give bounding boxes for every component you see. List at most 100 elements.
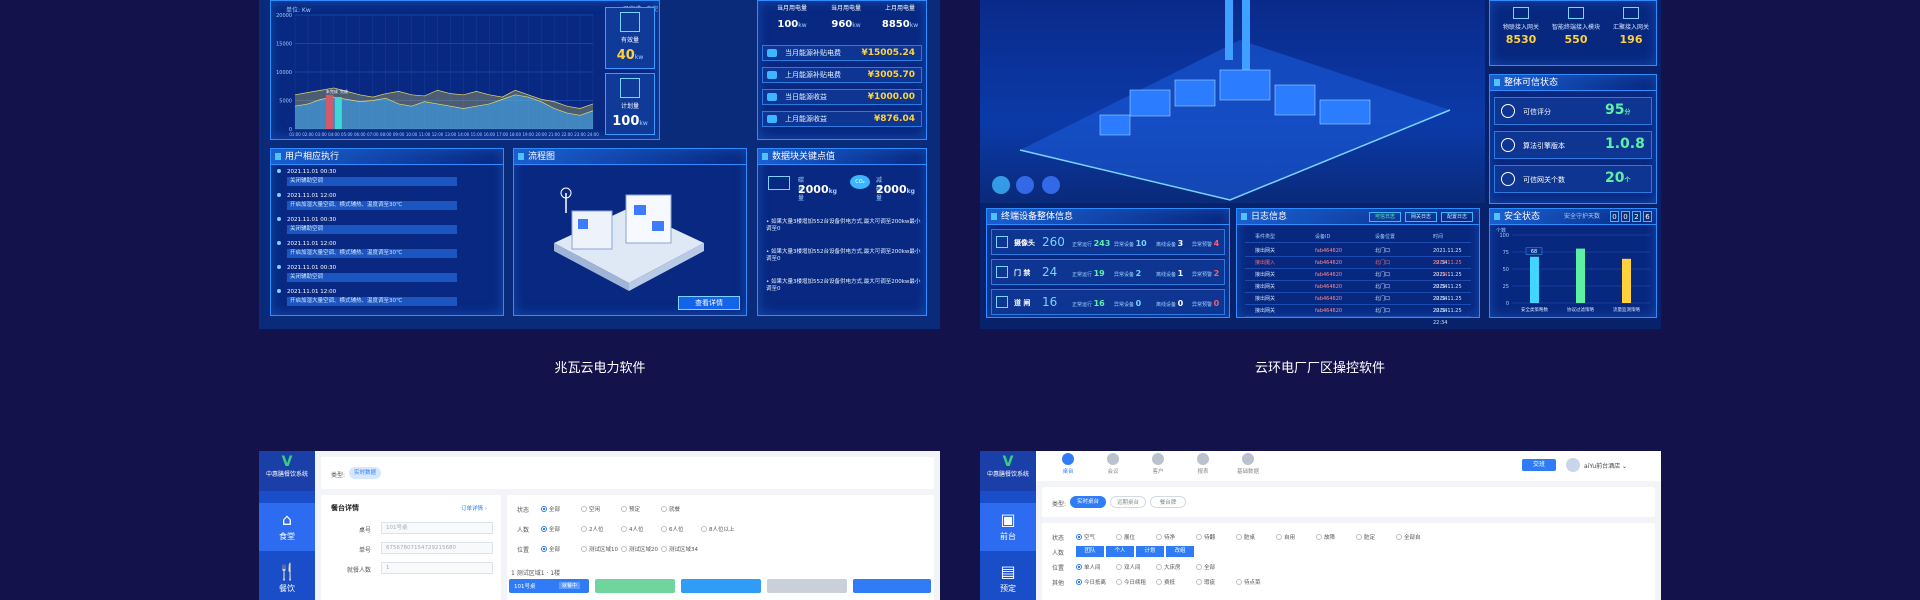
timeline-item: 2021.11.01 00:30 关闭辅助空调: [277, 217, 457, 234]
top-tab[interactable]: 报表: [1185, 453, 1221, 475]
dot-icon: [277, 265, 281, 269]
x-tick-label: 19:00: [522, 132, 534, 137]
top-tab[interactable]: 桌台: [1050, 453, 1086, 475]
device-icon: [996, 296, 1008, 308]
filter-radio[interactable]: 大床房: [1156, 563, 1181, 571]
field-input[interactable]: 67567807154729215680: [381, 542, 493, 554]
view-detail-button[interactable]: 查看详情: [678, 296, 740, 310]
filter-radio[interactable]: 今日抵离: [1076, 578, 1106, 586]
map-tool-icon[interactable]: [992, 176, 1010, 194]
filter-radio[interactable]: 全部自: [1396, 533, 1421, 541]
filter-radio[interactable]: 单人间: [1076, 563, 1101, 571]
log-tab[interactable]: 配置日志: [1441, 212, 1473, 222]
type-pill-realtime[interactable]: 实时数据: [349, 467, 382, 479]
filter-radio[interactable]: 待净: [1156, 533, 1175, 541]
filter-radio[interactable]: 空闲: [581, 505, 600, 513]
filter-radio[interactable]: 测试区域34: [661, 545, 698, 553]
filter-radio[interactable]: 2人位: [581, 525, 604, 533]
filter-label: 其他: [1052, 580, 1065, 587]
filter-radio[interactable]: 8人位以上: [701, 525, 735, 533]
view-tool-icon[interactable]: [1042, 176, 1060, 194]
filter-radio[interactable]: 展位: [1116, 533, 1135, 541]
table-tile[interactable]: [767, 579, 847, 593]
terminal-normal: 正常运行 243: [1072, 239, 1111, 248]
filter-radio[interactable]: 预定: [621, 505, 640, 513]
table-tile[interactable]: [853, 579, 931, 593]
top-tab[interactable]: 会议: [1095, 453, 1131, 475]
filter-chip[interactable]: 个人: [1106, 546, 1134, 557]
filter-radio[interactable]: 费抵: [1156, 578, 1175, 586]
security-bar: [1576, 248, 1585, 303]
x-tick-label: 04:00: [328, 132, 340, 137]
field-input[interactable]: 1: [381, 562, 493, 574]
layer-tool-icon[interactable]: [1016, 176, 1034, 194]
money-label: 当日能源收益: [785, 93, 827, 101]
filter-chip[interactable]: 改组: [1166, 546, 1194, 557]
log-header: 事件类型 设备ID 设备位置 时间: [1245, 231, 1471, 243]
power-dashboard-screenshot: 单位: Kw 已完成 未完成 2000015000100005000001:00…: [259, 0, 940, 329]
money-label: 上月能源收益: [785, 115, 827, 123]
type-pill[interactable]: 实时桌台: [1070, 496, 1106, 508]
terminal-row: 门 禁 24 正常运行 19 异常设备 2 离线设备 1 异常预警 2: [991, 259, 1225, 285]
filter-radio[interactable]: 今日续租: [1116, 578, 1146, 586]
nav-canteen[interactable]: ⌂ 食堂: [259, 503, 315, 551]
filter-radio[interactable]: 故障: [1316, 533, 1335, 541]
filter-radio[interactable]: 脏桌: [1236, 533, 1255, 541]
money-row: 当月能源补贴电费 ¥15005.24: [762, 45, 922, 61]
nav-catering[interactable]: 🍴 餐饮: [259, 555, 315, 600]
type-pill[interactable]: 餐台牌: [1150, 496, 1186, 508]
box-icon: [620, 12, 640, 32]
filter-radio[interactable]: 双人间: [1116, 563, 1141, 571]
table-tile[interactable]: [595, 579, 675, 593]
type-label: 类型:: [331, 472, 346, 479]
tab-icon: [1197, 453, 1209, 465]
filter-chip[interactable]: 团队: [1076, 546, 1104, 557]
top-stat: 当月用电量 960kw: [820, 3, 872, 31]
terminal-name: 摄像头: [1014, 239, 1035, 247]
filter-radio[interactable]: 4人位: [621, 525, 644, 533]
filter-radio[interactable]: 空气: [1076, 533, 1095, 541]
x-tick-label: 15:00: [471, 132, 483, 137]
filter-radio[interactable]: 脏定: [1356, 533, 1375, 541]
field-input[interactable]: 101号桌: [381, 522, 493, 534]
filter-radio[interactable]: 全部: [1196, 563, 1215, 571]
log-row: 接出网关 fab464620 北门口 2021.11.25 22:34: [1245, 281, 1471, 302]
flow-title: 流程图: [514, 149, 746, 165]
timeline-item: 2021.11.01 12:00 开启加湿大量空调、横式辅热、温度调至30℃: [277, 241, 457, 258]
filter-radio[interactable]: 全部: [541, 525, 560, 533]
filter-radio[interactable]: 全部: [541, 545, 560, 553]
avatar[interactable]: [1566, 458, 1580, 472]
filter-radio[interactable]: 6人位: [661, 525, 684, 533]
y-tick-label: 0: [1506, 301, 1509, 307]
user-response-title: 用户相应执行: [271, 149, 503, 165]
filter-radio[interactable]: 测试区域10: [581, 545, 618, 553]
filter-radio[interactable]: 瑕疵: [1196, 578, 1215, 586]
caption-plant-software: 云环电厂厂区操控软件: [1254, 361, 1385, 376]
filter-radio[interactable]: 测试区域20: [621, 545, 658, 553]
filter-card: 状态 全部 空闲 预定 就餐 人数 全部 2人位 4人位 6人位 8人位以上 位置 全部 测试区域10 测试…: [507, 495, 934, 600]
nav-booking[interactable]: ▤ 预定: [980, 555, 1036, 600]
coin-icon: [767, 49, 777, 57]
gateway-value: 196: [1619, 33, 1643, 46]
filter-radio[interactable]: 待翻: [1196, 533, 1215, 541]
top-tab[interactable]: 基础数据: [1230, 453, 1266, 475]
filter-chip[interactable]: 计划: [1136, 546, 1164, 557]
order-detail-link[interactable]: 订单详情 ›: [461, 504, 487, 512]
log-tab[interactable]: 网关日志: [1405, 212, 1437, 222]
table-tile-101[interactable]: 101号桌 就餐中: [509, 579, 589, 593]
log-tab[interactable]: 可信日志: [1369, 212, 1401, 222]
nav-front-desk[interactable]: ▣ 前台: [980, 503, 1036, 551]
utensils-icon: 🍴: [277, 562, 297, 581]
app2-topbar: 桌台 会议 客户 报表 基础数据 交班 aiYu前台酒店 ⌄: [1036, 451, 1661, 481]
filter-radio[interactable]: 就餐: [661, 505, 680, 513]
checkout-button[interactable]: 交班: [1522, 459, 1556, 471]
filter-radio[interactable]: 待点菜: [1236, 578, 1261, 586]
top-tab[interactable]: 客户: [1140, 453, 1176, 475]
user-name[interactable]: aiYu前台酒店 ⌄: [1584, 461, 1627, 470]
filter-radio[interactable]: 全部: [541, 505, 560, 513]
gateway-label: 物联接入网关: [1502, 24, 1539, 31]
filter-radio[interactable]: 自用: [1276, 533, 1295, 541]
reduction-value: 2000kg: [876, 183, 915, 196]
table-tile[interactable]: [681, 579, 761, 593]
type-pill[interactable]: 远期桌台: [1110, 496, 1146, 508]
